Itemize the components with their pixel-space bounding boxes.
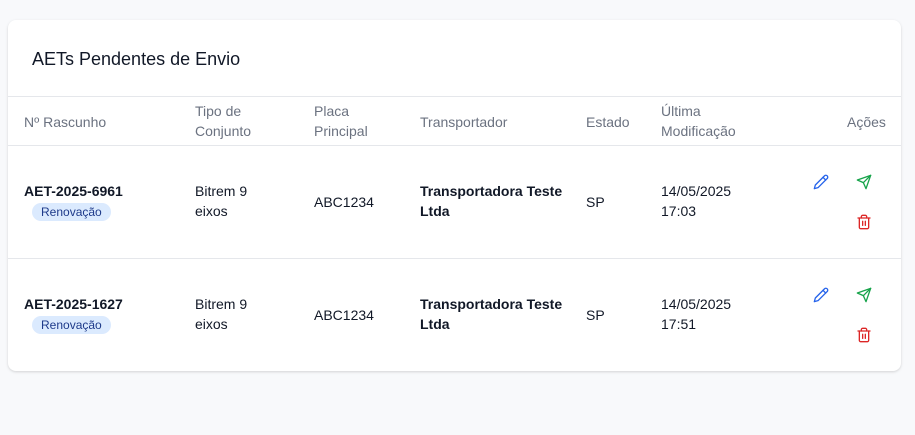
card-title: AETs Pendentes de Envio [32, 49, 241, 69]
placa-principal: ABC1234 [314, 307, 374, 323]
trash-icon [857, 214, 871, 230]
send-button[interactable] [854, 285, 874, 305]
header-tipo: Tipo de Conjunto [195, 103, 252, 139]
delete-button[interactable] [854, 212, 874, 232]
draft-number: AET-2025-6961 [24, 183, 123, 199]
tipo-conjunto: Bitrem 9 eixos [195, 296, 248, 332]
header-ultima-modificacao: Última Modificação [661, 103, 736, 139]
header-estado: Estado [586, 114, 630, 130]
header-placa: Placa Principal [314, 103, 368, 139]
table-header: Nº Rascunho Tipo de Conjunto Placa Princ… [8, 97, 901, 146]
pencil-icon [813, 174, 829, 190]
table-row: AET-2025-6961 Renovação Bitrem 9 eixos A… [8, 146, 901, 258]
estado: SP [586, 194, 605, 210]
edit-button[interactable] [811, 285, 831, 305]
draft-number: AET-2025-1627 [24, 296, 123, 312]
transportador: Transportadora Teste Ltda [420, 183, 563, 219]
header-acoes: Ações [847, 114, 886, 130]
tipo-conjunto: Bitrem 9 eixos [195, 183, 248, 219]
status-badge: Renovação [32, 316, 111, 334]
header-transportador: Transportador [420, 114, 508, 130]
ultima-modificacao: 14/05/2025 17:03 [661, 183, 732, 219]
send-button[interactable] [854, 172, 874, 192]
placa-principal: ABC1234 [314, 194, 374, 210]
header-rascunho: Nº Rascunho [24, 114, 107, 130]
table-row: AET-2025-1627 Renovação Bitrem 9 eixos A… [8, 259, 901, 371]
send-icon [856, 287, 872, 303]
transportador: Transportadora Teste Ltda [420, 296, 563, 332]
send-icon [856, 174, 872, 190]
trash-icon [857, 327, 871, 343]
pending-aets-card: AETs Pendentes de Envio Nº Rascunho Tipo… [8, 20, 901, 371]
pencil-icon [813, 287, 829, 303]
status-badge: Renovação [32, 203, 111, 221]
delete-button[interactable] [854, 325, 874, 345]
estado: SP [586, 307, 605, 323]
ultima-modificacao: 14/05/2025 17:51 [661, 296, 732, 332]
edit-button[interactable] [811, 172, 831, 192]
